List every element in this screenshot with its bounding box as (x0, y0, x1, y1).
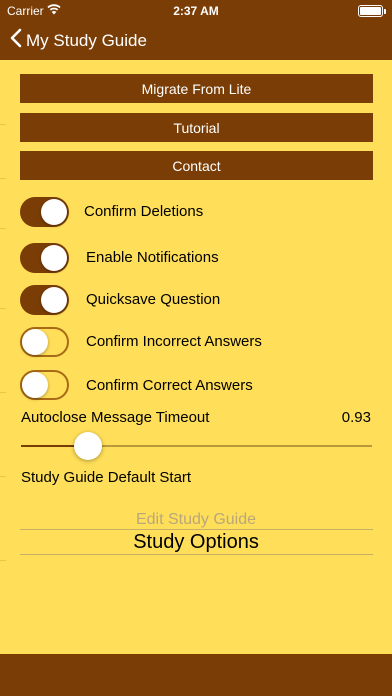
picker-selection-line (20, 554, 373, 555)
autoclose-timeout-label: Autoclose Message Timeout (21, 409, 210, 426)
settings-panel (0, 60, 392, 654)
toggle-knob (41, 245, 67, 271)
divider (0, 308, 6, 309)
chevron-left-icon (10, 28, 26, 53)
divider (0, 228, 6, 229)
quicksave-question-toggle[interactable] (20, 285, 69, 315)
autoclose-timeout-value: 0.93 (341, 409, 371, 426)
toggle-knob (41, 199, 67, 225)
back-button[interactable]: My Study Guide (10, 28, 147, 53)
divider (0, 392, 6, 393)
divider (0, 178, 6, 179)
divider (0, 560, 6, 561)
quicksave-question-label: Quicksave Question (86, 291, 221, 308)
navigation-bar: My Study Guide (0, 22, 392, 60)
picker-option-study-options[interactable]: Study Options (0, 531, 392, 554)
toggle-knob (22, 329, 48, 355)
picker-option-edit-study-guide[interactable]: Edit Study Guide (0, 511, 392, 529)
confirm-incorrect-answers-toggle[interactable] (20, 327, 69, 357)
picker-selection-line (20, 529, 373, 530)
enable-notifications-label: Enable Notifications (86, 249, 219, 266)
divider (0, 124, 6, 125)
confirm-correct-answers-toggle[interactable] (20, 370, 69, 400)
confirm-correct-answers-label: Confirm Correct Answers (86, 377, 253, 394)
default-start-label: Study Guide Default Start (21, 469, 192, 486)
divider (0, 476, 6, 477)
contact-button[interactable]: Contact (20, 151, 373, 180)
back-button-label: My Study Guide (26, 30, 147, 50)
toggle-knob (22, 372, 48, 398)
status-bar: Carrier 2:37 AM (0, 0, 392, 22)
battery-icon (358, 5, 386, 17)
confirm-deletions-label: Confirm Deletions (84, 203, 204, 220)
migrate-from-lite-button[interactable]: Migrate From Lite (20, 74, 373, 103)
toggle-knob (41, 287, 67, 313)
enable-notifications-toggle[interactable] (20, 243, 69, 273)
status-time: 2:37 AM (173, 4, 219, 18)
tutorial-button[interactable]: Tutorial (20, 113, 373, 142)
autoclose-timeout-slider-thumb[interactable] (73, 432, 102, 460)
confirm-deletions-toggle[interactable] (20, 197, 69, 227)
confirm-incorrect-answers-label: Confirm Incorrect Answers (86, 333, 262, 350)
bottom-bar (0, 654, 392, 696)
